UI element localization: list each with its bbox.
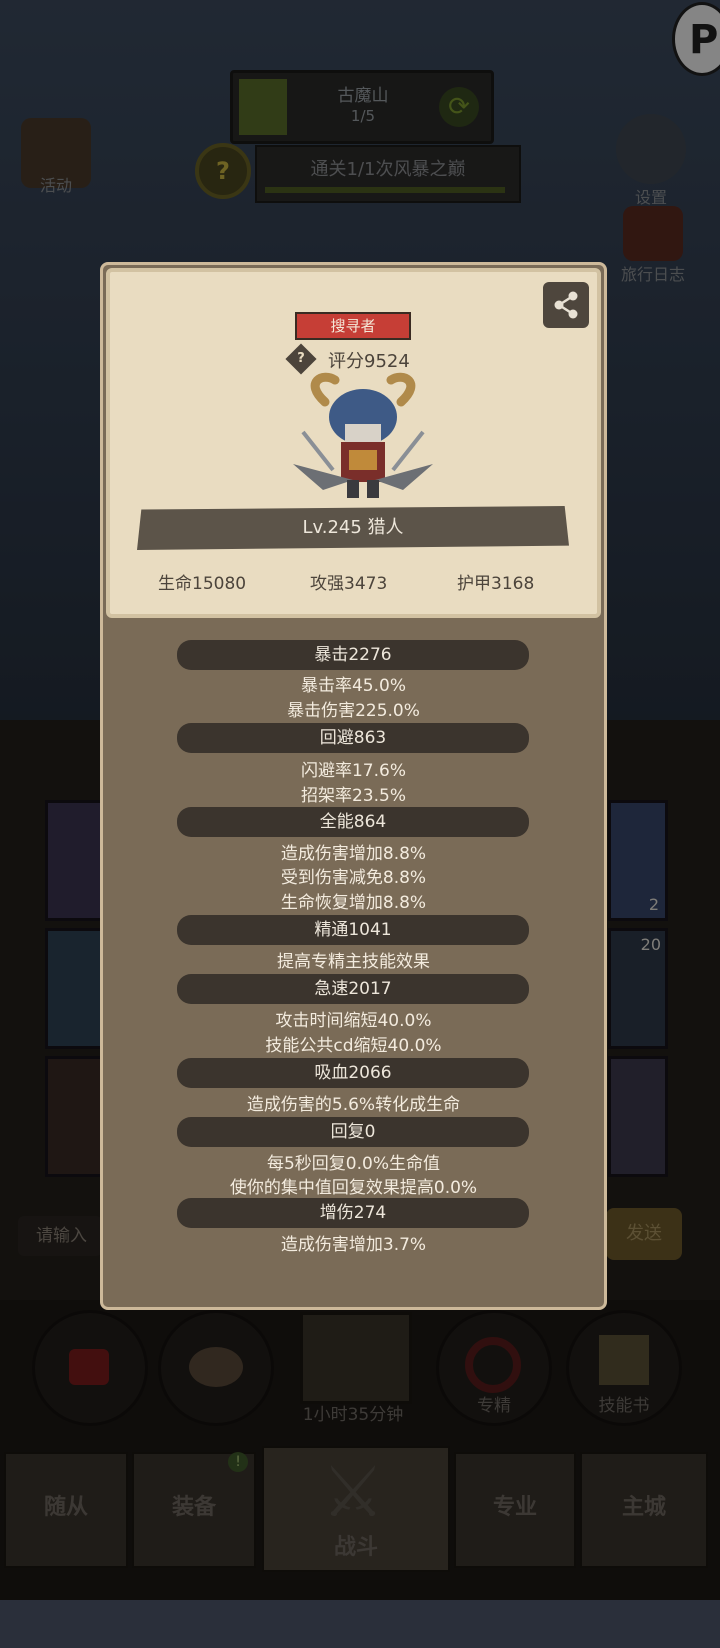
stat-line: 造成伤害的5.6%转化成生命 <box>246 1095 461 1115</box>
stat-line: 每5秒回复0.0%生命值 <box>266 1154 440 1174</box>
score-row: ? 评分9524 <box>285 343 440 375</box>
stat-line: 技能公共cd缩短40.0% <box>265 1036 442 1056</box>
help-icon[interactable]: ? <box>290 346 312 372</box>
armor-stat: 护甲3168 <box>457 574 535 594</box>
score-value: 评分9524 <box>328 351 410 372</box>
stat-line: 闪避率17.6% <box>300 761 406 781</box>
stat-header-damage-bonus: 增伤274 <box>177 1198 529 1228</box>
level-class-banner: Lv.245 猎人 <box>137 506 569 550</box>
stat-line: 招架率23.5% <box>300 786 406 806</box>
stat-line: 使你的集中值回复效果提高0.0% <box>229 1178 478 1198</box>
character-portrait <box>293 372 433 498</box>
stat-header-versatility: 全能864 <box>177 807 529 837</box>
stat-line: 造成伤害增加8.8% <box>280 844 427 864</box>
stat-line: 提高专精主技能效果 <box>277 952 430 972</box>
stat-line: 生命恢复增加8.8% <box>280 893 427 913</box>
attack-power-stat: 攻强3473 <box>310 574 388 594</box>
role-badge: 搜寻者 <box>295 312 411 340</box>
stat-line: 暴击率45.0% <box>300 676 406 696</box>
stat-header-leech: 吸血2066 <box>177 1058 529 1088</box>
stat-header-regen: 回复0 <box>177 1117 529 1147</box>
stat-line: 受到伤害减免8.8% <box>280 868 427 888</box>
stat-header-mastery: 精通1041 <box>177 915 529 945</box>
stat-line: 攻击时间缩短40.0% <box>275 1011 432 1031</box>
stat-line: 暴击伤害225.0% <box>287 701 420 721</box>
stat-header-avoidance: 回避863 <box>177 723 529 753</box>
share-icon <box>554 291 578 319</box>
share-button[interactable] <box>543 282 589 328</box>
stat-header-crit: 暴击2276 <box>177 640 529 670</box>
stat-line: 造成伤害增加3.7% <box>280 1235 427 1255</box>
hp-stat: 生命15080 <box>158 574 247 594</box>
stat-header-haste: 急速2017 <box>177 974 529 1004</box>
